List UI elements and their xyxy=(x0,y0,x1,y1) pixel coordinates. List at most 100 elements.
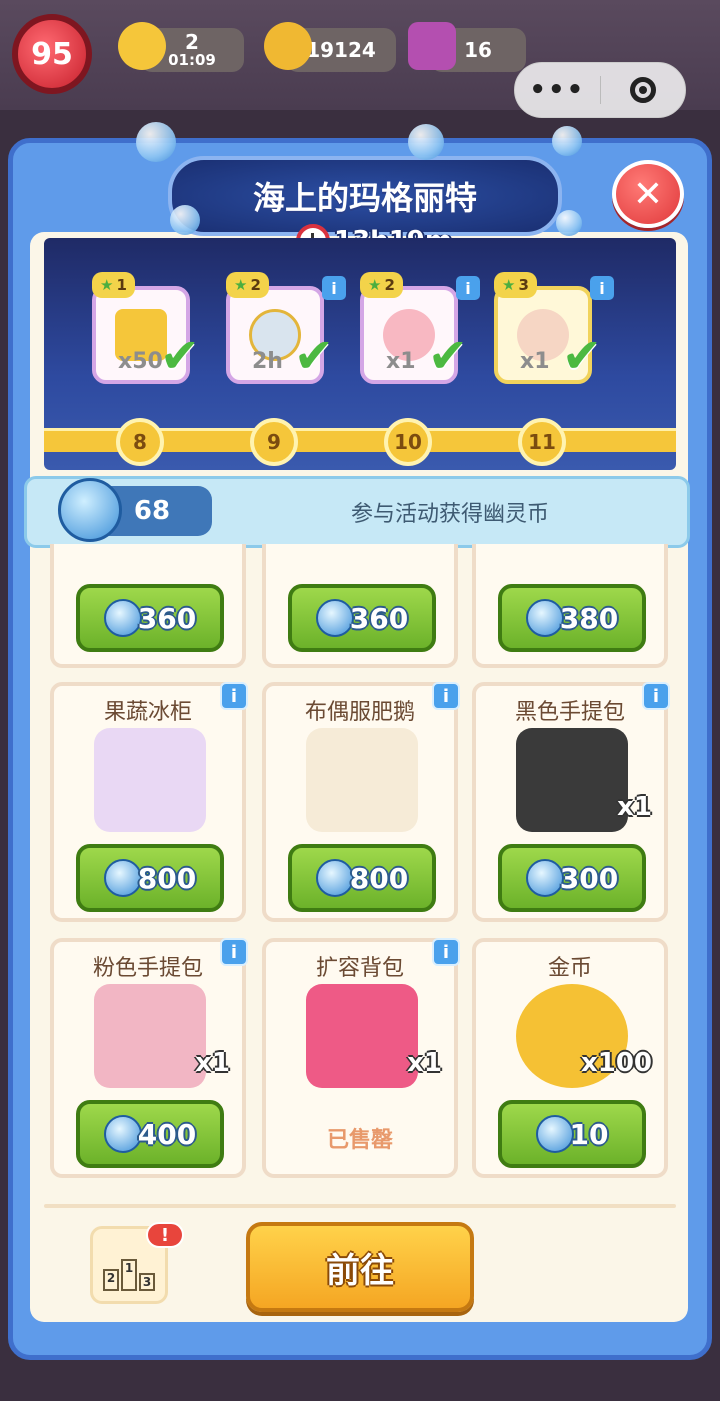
bubble-decoration xyxy=(408,124,444,160)
gold-counter[interactable]: 19124 xyxy=(264,22,396,72)
ghost-coin-icon xyxy=(525,599,564,637)
shop-item-card[interactable]: 380 xyxy=(472,544,668,668)
goose-costume-icon xyxy=(306,728,418,832)
gold-coin-icon xyxy=(264,22,312,70)
gem-icon xyxy=(408,22,456,70)
level-value: 95 xyxy=(31,36,73,72)
info-icon[interactable]: i xyxy=(220,938,248,966)
reward-qty: x1 xyxy=(386,349,416,374)
ghost-coin-icon xyxy=(103,1115,142,1153)
energy-count: 2 xyxy=(185,29,199,54)
shop-item-card[interactable]: 360 xyxy=(50,544,246,668)
ghost-coin-icon xyxy=(315,599,354,637)
info-icon[interactable]: i xyxy=(432,938,460,966)
reward-qty: 2h xyxy=(252,349,283,374)
shop-item-card[interactable]: 金币 x100 10 xyxy=(472,938,668,1178)
buy-button[interactable]: 300 xyxy=(498,844,646,912)
checkmark-icon: ✔ xyxy=(293,328,334,384)
milestone-node: 8 xyxy=(116,418,164,466)
ghost-coin-icon xyxy=(103,859,142,897)
buy-button[interactable]: 360 xyxy=(76,584,224,652)
gem-counter[interactable]: 16 xyxy=(408,22,526,72)
shop-item-card[interactable]: 果蔬冰柜 i 800 xyxy=(50,682,248,922)
info-icon[interactable]: i xyxy=(642,682,670,710)
checkmark-icon: ✔ xyxy=(561,328,602,384)
bubble-decoration xyxy=(552,126,582,156)
go-label: 前往 xyxy=(326,1250,394,1291)
podium-icon: 3 xyxy=(139,1273,155,1291)
close-button[interactable]: ✕ xyxy=(612,160,684,228)
price-value: 360 xyxy=(349,601,409,635)
checkmark-icon: ✔ xyxy=(427,328,468,384)
checkmark-icon: ✔ xyxy=(159,328,200,384)
player-level-badge[interactable]: 95 xyxy=(12,14,92,94)
pink-handbag-icon xyxy=(94,984,206,1088)
bubble-decoration xyxy=(556,210,582,236)
energy-counter[interactable]: 2 01:09 xyxy=(118,22,244,72)
ghost-coin-hint: 参与活动获得幽灵币 xyxy=(350,502,549,527)
info-icon[interactable]: i xyxy=(456,276,480,300)
info-icon[interactable]: i xyxy=(322,276,346,300)
price-value: 10 xyxy=(569,1117,609,1151)
shop-item-card[interactable]: 黑色手提包 i x1 300 xyxy=(472,682,670,922)
item-qty: x1 xyxy=(407,1048,442,1078)
gem-value: 16 xyxy=(464,37,492,62)
shop-item-card[interactable]: 粉色手提包 i x1 400 xyxy=(50,938,248,1178)
milestone-node: 10 xyxy=(384,418,432,466)
buy-button[interactable]: 800 xyxy=(288,844,436,912)
info-icon[interactable]: i xyxy=(590,276,614,300)
close-miniprogram-icon[interactable] xyxy=(601,77,686,103)
podium-icon: 1 xyxy=(121,1259,137,1291)
reward-star-tag: ★ 3 xyxy=(494,272,537,298)
item-name: 布偶服肥鹅 xyxy=(304,700,415,725)
buy-button[interactable]: 400 xyxy=(76,1100,224,1168)
buy-button[interactable]: 10 xyxy=(498,1100,646,1168)
buy-button[interactable]: 360 xyxy=(288,584,436,652)
shop-item-card[interactable]: 360 xyxy=(262,544,458,668)
item-qty: x1 xyxy=(617,792,652,822)
ghost-coin-icon xyxy=(535,1115,574,1153)
shop-item-card[interactable]: 布偶服肥鹅 i 800 xyxy=(262,682,460,922)
milestone-reward-9[interactable]: ★ 2 i 2h ✔ xyxy=(226,272,346,384)
shop-item-card: 扩容背包 i x1 已售罄 xyxy=(262,938,460,1178)
item-name: 粉色手提包 xyxy=(92,956,203,981)
lightning-icon xyxy=(118,22,166,70)
milestone-reward-10[interactable]: ★ 2 i x1 ✔ xyxy=(360,272,480,384)
reward-qty: x50 xyxy=(118,349,163,374)
bubble-decoration xyxy=(136,122,176,162)
mini-program-capsule: ••• xyxy=(514,62,686,118)
item-name: 黑色手提包 xyxy=(514,700,625,725)
notification-badge: ! xyxy=(146,1222,184,1248)
sold-out-label: 已售罄 xyxy=(326,1128,393,1153)
info-icon[interactable]: i xyxy=(220,682,248,710)
reward-star-tag: ★ 1 xyxy=(92,272,135,298)
item-qty: x1 xyxy=(195,1048,230,1078)
ghost-coin-icon xyxy=(315,859,354,897)
reward-star-tag: ★ 2 xyxy=(226,272,269,298)
price-value: 300 xyxy=(559,861,619,895)
reward-qty: x1 xyxy=(520,349,550,374)
price-value: 400 xyxy=(137,1117,197,1151)
backpack-icon xyxy=(306,984,418,1088)
buy-button[interactable]: 800 xyxy=(76,844,224,912)
podium-icon: 2 xyxy=(103,1269,119,1291)
energy-timer: 01:09 xyxy=(168,50,216,69)
gold-value: 19124 xyxy=(306,37,376,62)
price-value: 800 xyxy=(349,861,409,895)
ghost-coin-icon xyxy=(525,859,564,897)
milestone-reward-11[interactable]: ★ 3 i x1 ✔ xyxy=(494,272,614,384)
milestone-reward-8[interactable]: ★ 1 x50 ✔ xyxy=(92,272,200,384)
ghost-coin-icon xyxy=(58,478,122,542)
go-button[interactable]: 前往 xyxy=(246,1222,474,1312)
more-icon[interactable]: ••• xyxy=(515,75,600,105)
buy-button[interactable]: 380 xyxy=(498,584,646,652)
price-value: 380 xyxy=(559,601,619,635)
item-name: 扩容背包 xyxy=(315,956,404,981)
price-value: 360 xyxy=(137,601,197,635)
item-name: 果蔬冰柜 xyxy=(103,700,192,725)
info-icon[interactable]: i xyxy=(432,682,460,710)
item-name: 金币 xyxy=(547,956,592,981)
footer-divider xyxy=(44,1204,676,1208)
black-handbag-icon xyxy=(516,728,628,832)
milestone-reward-strip[interactable]: ★ 1 x50 ✔ ★ 2 i 2h ✔ ★ 2 i x1 ✔ ★ 3 i x1 ✔ 8… xyxy=(44,238,676,470)
